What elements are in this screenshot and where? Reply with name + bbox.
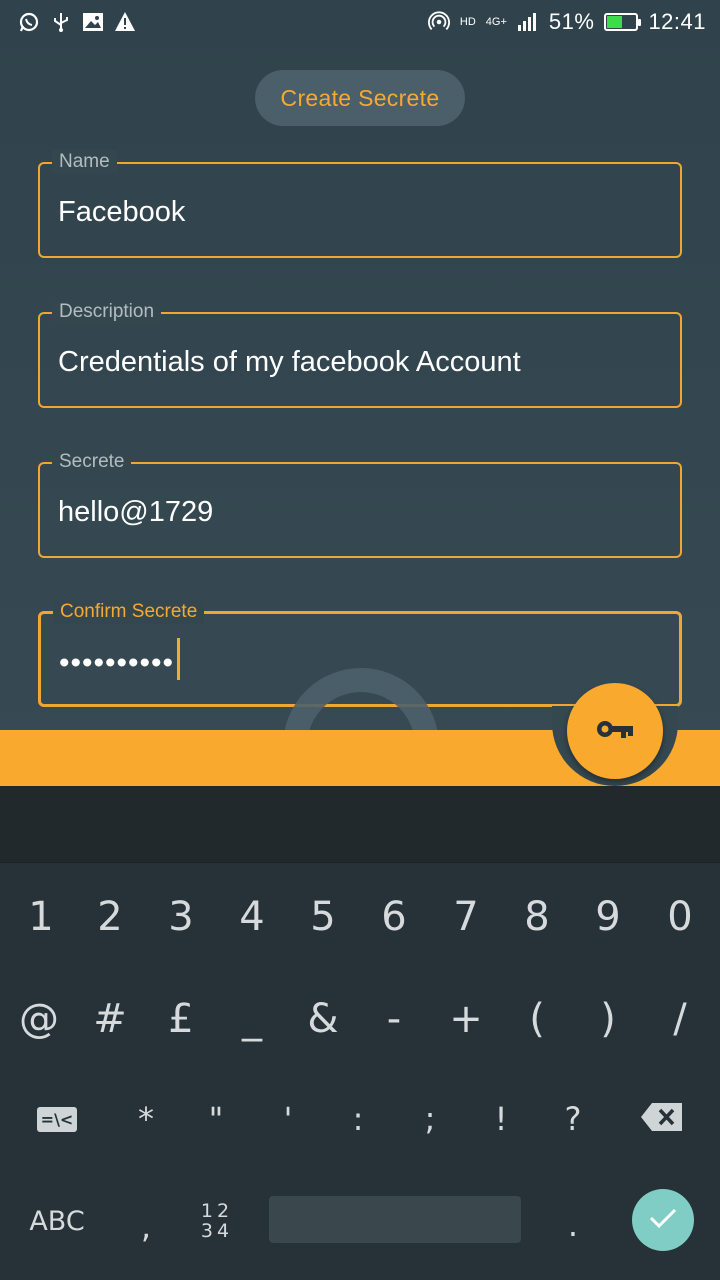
- confirm-secrete-label: Confirm Secrete: [53, 600, 205, 624]
- battery-icon: [604, 13, 642, 31]
- description-value: Credentials of my facebook Account: [58, 346, 521, 378]
- numpad-top: 12: [200, 1200, 234, 1222]
- status-left: [18, 11, 136, 33]
- image-icon: [82, 11, 104, 33]
- numpad-label: 12 34: [201, 1201, 233, 1241]
- name-field[interactable]: Name Facebook: [38, 150, 682, 258]
- key-0[interactable]: 0: [644, 867, 716, 967]
- clock: 12:41: [648, 9, 706, 34]
- status-right: HD 4G+ 51% 12:41: [427, 9, 706, 35]
- key-close-paren[interactable]: ): [572, 969, 644, 1069]
- more-symbols-label: =\<: [36, 1106, 78, 1132]
- key-plus[interactable]: +: [430, 969, 502, 1069]
- confirm-secrete-value: ••••••••••: [59, 638, 181, 686]
- key-pound[interactable]: £: [145, 969, 217, 1069]
- key-underscore[interactable]: _: [216, 969, 288, 1069]
- key-double-quote[interactable]: ": [180, 1069, 252, 1169]
- key-open-paren[interactable]: (: [501, 969, 573, 1069]
- battery-level: [607, 16, 622, 28]
- battery-percent: 51%: [548, 9, 595, 34]
- key-period[interactable]: .: [537, 1175, 609, 1275]
- description-label: Description: [52, 300, 162, 324]
- keyboard-row-symbols-1: @ # £ _ & - + ( ) /: [0, 969, 720, 1069]
- key-semicolon[interactable]: ;: [394, 1069, 466, 1169]
- key-minus[interactable]: -: [358, 969, 430, 1069]
- key-5[interactable]: 5: [287, 867, 359, 967]
- done-key[interactable]: [632, 1189, 694, 1251]
- backspace-icon: [640, 1096, 684, 1142]
- more-symbols-key[interactable]: =\<: [21, 1069, 93, 1169]
- status-bar: HD 4G+ 51% 12:41: [0, 0, 720, 44]
- save-secret-button[interactable]: [567, 683, 663, 779]
- text-caret: [177, 638, 181, 680]
- key-9[interactable]: 9: [572, 867, 644, 967]
- key-ampersand[interactable]: &: [287, 969, 359, 1069]
- key-3[interactable]: 3: [145, 867, 217, 967]
- key-single-quote[interactable]: ': [252, 1069, 324, 1169]
- check-icon: [648, 1206, 678, 1235]
- signal-icon: [517, 11, 539, 33]
- secrete-value: hello@1729: [58, 496, 214, 528]
- key-at[interactable]: @: [3, 969, 75, 1069]
- key-slash[interactable]: /: [644, 969, 716, 1069]
- secrete-label: Secrete: [52, 450, 132, 474]
- key-8[interactable]: 8: [501, 867, 573, 967]
- usb-icon: [50, 11, 72, 33]
- key-6[interactable]: 6: [358, 867, 430, 967]
- numpad-key[interactable]: 12 34: [181, 1171, 253, 1271]
- key-7[interactable]: 7: [430, 867, 502, 967]
- key-4[interactable]: 4: [216, 867, 288, 967]
- key-question[interactable]: ?: [537, 1069, 609, 1169]
- keyboard-row-numbers: 1 2 3 4 5 6 7 8 9 0: [0, 867, 720, 967]
- page-title: Create Secrete: [255, 70, 465, 126]
- space-bar[interactable]: [269, 1196, 521, 1243]
- keyboard-suggestion-strip: [0, 786, 720, 862]
- name-label: Name: [52, 150, 117, 174]
- description-field[interactable]: Description Credentials of my facebook A…: [38, 300, 682, 408]
- name-value: Facebook: [58, 196, 186, 228]
- network-label: 4G+: [485, 16, 507, 28]
- key-1[interactable]: 1: [5, 867, 77, 967]
- password-dots: ••••••••••: [59, 646, 175, 680]
- key-2[interactable]: 2: [74, 867, 146, 967]
- key-icon: [595, 717, 635, 746]
- key-asterisk[interactable]: *: [110, 1069, 182, 1169]
- hotspot-icon: [427, 11, 450, 33]
- abc-key[interactable]: ABC: [7, 1171, 107, 1271]
- keyboard-row-symbols-2: =\< * " ' : ; ! ?: [0, 1069, 720, 1169]
- whatsapp-icon: [18, 11, 40, 33]
- key-exclamation[interactable]: !: [465, 1069, 537, 1169]
- hd-label: HD: [459, 16, 476, 28]
- warning-icon: [114, 11, 136, 33]
- secrete-field[interactable]: Secrete hello@1729: [38, 450, 682, 558]
- key-hash[interactable]: #: [74, 969, 146, 1069]
- app-screen: HD 4G+ 51% 12:41 Create Secrete Name Fac…: [0, 0, 720, 786]
- key-comma[interactable]: ,: [110, 1177, 182, 1277]
- numpad-bottom: 34: [200, 1220, 234, 1242]
- backspace-key[interactable]: [626, 1069, 698, 1169]
- key-colon[interactable]: :: [322, 1069, 394, 1169]
